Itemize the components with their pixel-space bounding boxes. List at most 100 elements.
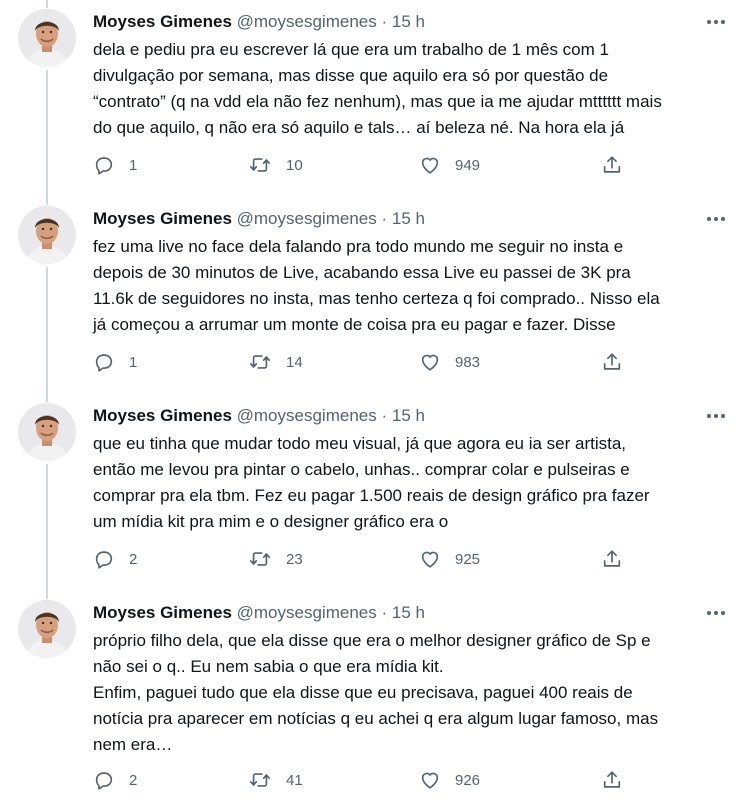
- like-button[interactable]: 983: [419, 350, 480, 374]
- more-icon[interactable]: [702, 603, 730, 623]
- tweet-actions: 1 10 949: [93, 153, 633, 177]
- tweet-text: que eu tinha que mudar todo meu visual, …: [93, 431, 733, 535]
- retweet-count: 10: [286, 156, 303, 174]
- tweet-text: próprio filho dela, que ela disse que er…: [93, 628, 733, 758]
- tweet-text-line: Enfim, paguei tudo que ela disse que eu …: [93, 683, 633, 702]
- retweet-count: 14: [286, 353, 303, 371]
- separator-dot: ·: [381, 12, 388, 31]
- tweet-text-line: nem era…: [93, 735, 173, 754]
- reply-icon: [95, 157, 113, 175]
- timestamp[interactable]: 15 h: [392, 603, 425, 622]
- timestamp[interactable]: 15 h: [392, 406, 425, 425]
- tweet[interactable]: Moyses Gimenes @moysesgimenes · 15 h que…: [0, 394, 748, 591]
- tweet-text-line: não sei o q.. Eu nem sabia o que era míd…: [93, 657, 444, 676]
- reply-button[interactable]: 1: [93, 350, 137, 374]
- avatar[interactable]: [18, 206, 76, 264]
- tweet-actions: 2 41 926: [93, 768, 633, 792]
- tweet-text-line: “contrato” (q na vdd ela não fez nenhum)…: [93, 92, 662, 111]
- thread-line: [46, 267, 48, 394]
- more-icon[interactable]: [702, 209, 730, 229]
- tweet-text-line: fez uma live no face dela falando pra to…: [93, 237, 624, 256]
- tweet-header: Moyses Gimenes @moysesgimenes · 15 h: [93, 11, 425, 33]
- share-button[interactable]: [601, 350, 623, 374]
- tweet-thread: Moyses Gimenes @moysesgimenes · 15 h del…: [0, 0, 748, 803]
- tweet-actions: 1 14 983: [93, 350, 633, 374]
- more-icon[interactable]: [702, 12, 730, 32]
- reply-count: 2: [129, 550, 138, 568]
- share-icon: [603, 771, 621, 788]
- reply-count: 2: [129, 771, 138, 789]
- separator-dot: ·: [381, 406, 388, 425]
- tweet-text-line: um mídia kit pra mim e o designer gráfic…: [93, 512, 449, 531]
- thread-line: [46, 464, 48, 591]
- heart-icon: [421, 551, 439, 568]
- author-name[interactable]: Moyses Gimenes: [93, 12, 232, 31]
- thread-line: [46, 197, 48, 205]
- like-count: 926: [455, 771, 481, 789]
- heart-icon: [421, 157, 439, 174]
- retweet-icon: [250, 355, 270, 369]
- tweet-header: Moyses Gimenes @moysesgimenes · 15 h: [93, 208, 425, 230]
- tweet[interactable]: Moyses Gimenes @moysesgimenes · 15 h fez…: [0, 197, 748, 394]
- share-icon: [603, 550, 621, 567]
- like-button[interactable]: 925: [419, 547, 480, 571]
- thread-line: [46, 591, 48, 599]
- more-icon[interactable]: [702, 406, 730, 426]
- retweet-button[interactable]: 23: [248, 547, 303, 571]
- like-button[interactable]: 949: [419, 153, 480, 177]
- tweet-text-line: comprar pra ela tbm. Fez eu pagar 1.500 …: [93, 486, 650, 505]
- author-name[interactable]: Moyses Gimenes: [93, 406, 232, 425]
- author-name[interactable]: Moyses Gimenes: [93, 209, 232, 228]
- separator-dot: ·: [381, 603, 388, 622]
- author-handle[interactable]: @moysesgimenes: [237, 209, 377, 228]
- heart-icon: [421, 772, 439, 789]
- tweet-actions: 2 23 925: [93, 547, 633, 571]
- share-icon: [603, 156, 621, 173]
- thread-line: [46, 394, 48, 402]
- reply-count: 1: [129, 353, 138, 371]
- timestamp[interactable]: 15 h: [392, 12, 425, 31]
- retweet-icon: [250, 552, 270, 566]
- author-handle[interactable]: @moysesgimenes: [237, 12, 377, 31]
- tweet-text-line: divulgação por semana, mas disse que aqu…: [93, 66, 609, 85]
- tweet-header: Moyses Gimenes @moysesgimenes · 15 h: [93, 405, 425, 427]
- tweet-text: dela e pediu pra eu escrever lá que era …: [93, 37, 733, 141]
- retweet-button[interactable]: 14: [248, 350, 303, 374]
- reply-button[interactable]: 2: [93, 768, 137, 792]
- reply-button[interactable]: 2: [93, 547, 137, 571]
- timestamp[interactable]: 15 h: [392, 209, 425, 228]
- tweet-text-line: do que aquilo, q não era só aquilo e tal…: [93, 118, 625, 137]
- tweet-text-line: 11.6k de seguidores no insta, mas tenho …: [93, 289, 660, 308]
- like-count: 949: [455, 156, 481, 174]
- tweet-text: fez uma live no face dela falando pra to…: [93, 234, 733, 338]
- like-count: 983: [455, 353, 481, 371]
- author-handle[interactable]: @moysesgimenes: [237, 406, 377, 425]
- retweet-count: 23: [286, 550, 303, 568]
- avatar[interactable]: [18, 9, 76, 67]
- retweet-count: 41: [286, 771, 303, 789]
- share-icon: [603, 353, 621, 370]
- avatar[interactable]: [18, 600, 76, 658]
- tweet-text-line: próprio filho dela, que ela disse que er…: [93, 631, 651, 650]
- tweet[interactable]: Moyses Gimenes @moysesgimenes · 15 h del…: [0, 0, 748, 197]
- retweet-icon: [250, 158, 270, 172]
- author-name[interactable]: Moyses Gimenes: [93, 603, 232, 622]
- tweet[interactable]: Moyses Gimenes @moysesgimenes · 15 h pró…: [0, 591, 748, 803]
- tweet-text-line: dela e pediu pra eu escrever lá que era …: [93, 40, 609, 59]
- reply-icon: [95, 551, 113, 569]
- retweet-button[interactable]: 41: [248, 768, 303, 792]
- tweet-text-line: já começou a arrumar um monte de coisa p…: [93, 315, 616, 334]
- retweet-button[interactable]: 10: [248, 153, 303, 177]
- separator-dot: ·: [381, 209, 388, 228]
- like-button[interactable]: 926: [419, 768, 480, 792]
- share-button[interactable]: [601, 153, 623, 177]
- tweet-text-line: depois de 30 minutos de Live, acabando e…: [93, 263, 631, 282]
- avatar[interactable]: [18, 403, 76, 461]
- reply-button[interactable]: 1: [93, 153, 137, 177]
- author-handle[interactable]: @moysesgimenes: [237, 603, 377, 622]
- share-button[interactable]: [601, 547, 623, 571]
- heart-icon: [421, 354, 439, 371]
- reply-icon: [95, 354, 113, 372]
- reply-count: 1: [129, 156, 138, 174]
- share-button[interactable]: [601, 768, 623, 792]
